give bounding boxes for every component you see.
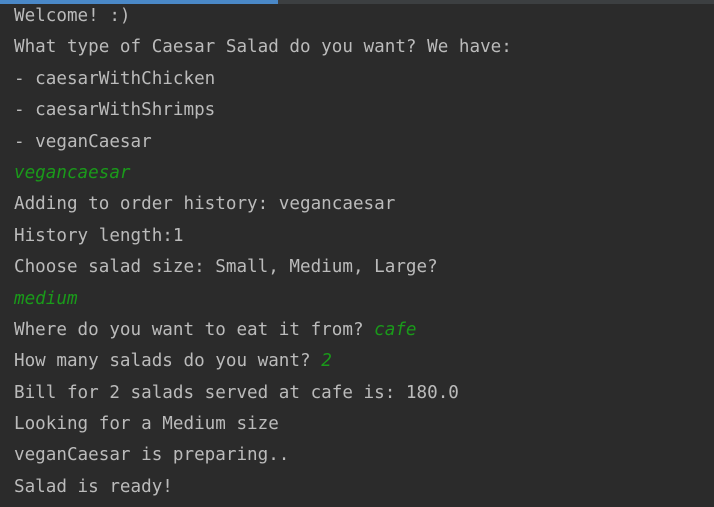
console-line: What type of Caesar Salad do you want? W…	[14, 32, 714, 63]
console-line: Salad is ready!	[14, 472, 714, 503]
console-output-text: - caesarWithChicken	[14, 68, 216, 89]
console-output-text: What type of Caesar Salad do you want? W…	[14, 37, 512, 58]
console-output-text: veganCaesar is preparing..	[14, 445, 290, 466]
console-line: Where do you want to eat it from? cafe	[14, 315, 714, 346]
console-line: How many salads do you want? 2	[14, 346, 714, 377]
console-output-text: Choose salad size: Small, Medium, Large?	[14, 257, 438, 278]
console-user-input: vegancaesar	[14, 162, 131, 183]
console-output-text: - veganCaesar	[14, 131, 152, 152]
console-line: veganCaesar is preparing..	[14, 440, 714, 471]
console-user-input: medium	[14, 288, 78, 309]
console-line: Welcome! :)	[14, 1, 714, 32]
console-output-text: Where do you want to eat it from?	[14, 319, 375, 340]
console-output-text: History length:1	[14, 225, 184, 246]
console-output-text: Bill for 2 salads served at cafe is: 180…	[14, 382, 459, 403]
console-line: medium	[14, 284, 714, 315]
console-output[interactable]: Welcome! :) What type of Caesar Salad do …	[14, 1, 714, 503]
console-output-text: - caesarWithShrimps	[14, 100, 216, 121]
console-line: - caesarWithShrimps	[14, 95, 714, 126]
console-user-input: 2	[321, 351, 332, 372]
console-output-text: Looking for a Medium size	[14, 414, 279, 435]
console-line: Choose salad size: Small, Medium, Large?	[14, 252, 714, 283]
console-line: History length:1	[14, 221, 714, 252]
console-output-text: Adding to order history: vegancaesar	[14, 194, 396, 215]
console-line: - caesarWithChicken	[14, 64, 714, 95]
console-output-text: Welcome! :)	[14, 6, 131, 26]
console-line: - veganCaesar	[14, 127, 714, 158]
console-line: vegancaesar	[14, 158, 714, 189]
console-output-text: How many salads do you want?	[14, 351, 322, 372]
console-user-input: cafe	[374, 319, 417, 340]
console-output-text: Salad is ready!	[14, 476, 173, 497]
console-line: Bill for 2 salads served at cafe is: 180…	[14, 378, 714, 409]
console-line: Looking for a Medium size	[14, 409, 714, 440]
console-line: Adding to order history: vegancaesar	[14, 189, 714, 220]
